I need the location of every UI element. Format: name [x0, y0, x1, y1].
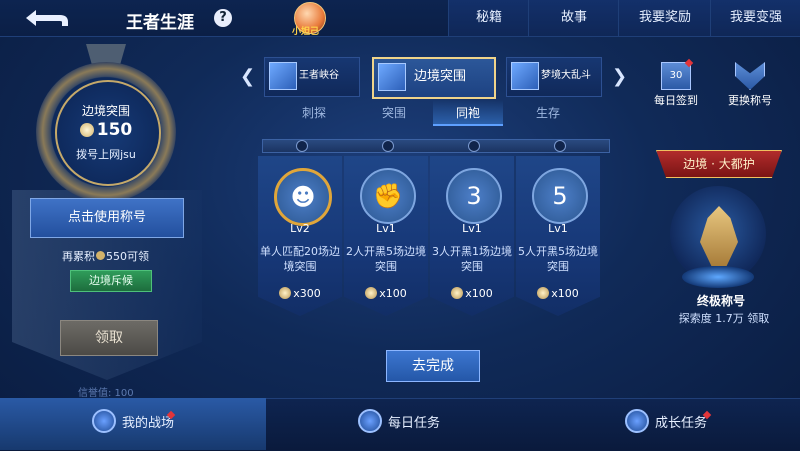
laurel-icon: [537, 287, 550, 299]
prev-arrow-icon[interactable]: ❮: [240, 66, 255, 87]
scout-badge: 边境斥候: [70, 270, 152, 292]
tab-label: 梦境大乱斗: [541, 70, 591, 81]
back-icon[interactable]: [22, 6, 72, 30]
accumulate-amount: 550可领: [106, 250, 149, 263]
card-description: 5人开黑5场边境突围: [518, 245, 598, 273]
tab-label: 成长任务: [654, 416, 707, 431]
next-arrow-icon[interactable]: ❯: [612, 66, 627, 87]
help-button[interactable]: ?: [214, 9, 232, 27]
accumulate-text: 再累积 550可领: [62, 248, 149, 264]
change-title-label: 更换称号: [728, 94, 772, 107]
task-card[interactable]: ☻ Lv2 单人匹配20场边境突围 x300: [258, 156, 342, 316]
battlefield-icon: [91, 409, 116, 433]
rail-pin: [468, 140, 480, 152]
rail-pin: [554, 140, 566, 152]
tips-button[interactable]: 秘籍: [448, 0, 529, 36]
reward-value: x300: [293, 287, 321, 300]
tab-label: 王者峡谷: [299, 70, 339, 81]
tab-border-breakout[interactable]: 边境突围: [372, 57, 496, 99]
laurel-icon: [279, 287, 292, 299]
accumulate-prefix: 再累积: [62, 250, 95, 263]
rail-pin: [382, 140, 394, 152]
tab-kings-canyon[interactable]: 王者峡谷: [264, 57, 360, 97]
get-stronger-button[interactable]: 我要变强: [710, 0, 800, 36]
tab-my-battlefield[interactable]: 我的战场: [0, 398, 266, 450]
card-level: Lv1: [376, 222, 396, 235]
card-description: 2人开黑5场边境突围: [346, 245, 426, 273]
task-card[interactable]: ✊ Lv1 2人开黑5场边境突围 x100: [344, 156, 428, 316]
chevron-wings-icon: [735, 62, 765, 90]
exploration-progress: 探索度 1.7万 领取: [678, 312, 770, 325]
fist-3-icon: 3: [446, 168, 502, 224]
tab-label: 边境突围: [414, 69, 467, 84]
sub-tab-scout[interactable]: 刺探: [284, 104, 344, 121]
card-level: Lv1: [548, 222, 568, 235]
badge-mode-name: 边境突围: [81, 104, 130, 118]
rank-title-banner: 边境 · 大都护: [656, 150, 782, 178]
card-reward: x300: [258, 287, 342, 300]
growth-task-icon: [624, 409, 649, 433]
card-level: Lv1: [462, 222, 482, 235]
task-card[interactable]: 3 Lv1 3人开黑1场边境突围 x100: [430, 156, 514, 316]
crossed-swords-icon: [378, 63, 406, 91]
story-button[interactable]: 故事: [528, 0, 619, 36]
claim-button[interactable]: 领取: [60, 320, 158, 356]
calendar-icon: 30: [661, 62, 691, 90]
daily-task-icon: [357, 409, 382, 433]
rail-pin: [296, 140, 308, 152]
card-level: Lv2: [290, 222, 310, 235]
card-reward: x100: [516, 287, 600, 300]
sword-icon: [269, 62, 297, 90]
sub-tab-breakout[interactable]: 突围: [364, 104, 424, 121]
sword-icon: [511, 62, 539, 90]
badge-points: 150: [56, 120, 156, 140]
laurel-icon: [451, 287, 464, 299]
sub-tab-comrade[interactable]: 同袍: [438, 104, 498, 121]
laurel-icon: [79, 123, 94, 137]
hero-pedestal: [682, 266, 754, 288]
reward-value: x100: [379, 287, 407, 300]
credit-score: 信誉值: 100: [78, 388, 134, 399]
card-reward: x100: [430, 287, 514, 300]
tab-growth-tasks[interactable]: 成长任务: [532, 398, 800, 450]
rewards-button[interactable]: 我要奖励: [618, 0, 711, 36]
points-value: 150: [96, 120, 133, 140]
daily-checkin-button[interactable]: 30 每日签到: [645, 62, 707, 108]
laurel-icon: [365, 287, 378, 299]
tab-dream-brawl[interactable]: 梦境大乱斗: [506, 57, 602, 97]
fist-5-icon: 5: [532, 168, 588, 224]
tab-label: 每日任务: [387, 416, 440, 431]
page-title: 王者生涯: [126, 13, 194, 33]
reward-value: x100: [551, 287, 579, 300]
hooded-icon: ☻: [274, 168, 332, 226]
handshake-icon: ✊: [360, 168, 416, 224]
use-title-button[interactable]: 点击使用称号: [30, 198, 184, 238]
card-reward: x100: [344, 287, 428, 300]
player-name: 拨号上网jsu: [76, 148, 136, 161]
change-title-button[interactable]: 更换称号: [719, 62, 781, 108]
avatar-name: 小妲己: [292, 27, 320, 37]
daily-checkin-label: 每日签到: [654, 94, 698, 107]
card-description: 3人开黑1场边境突围: [432, 245, 512, 273]
ultimate-title-label: 终极称号: [696, 294, 745, 308]
task-card[interactable]: 5 Lv1 5人开黑5场边境突围 x100: [516, 156, 600, 316]
complete-button[interactable]: 去完成: [386, 350, 480, 382]
tab-daily-tasks[interactable]: 每日任务: [266, 398, 532, 450]
tab-label: 我的战场: [121, 416, 174, 431]
sub-tab-survival[interactable]: 生存: [518, 104, 578, 121]
laurel-icon: [96, 251, 105, 260]
card-description: 单人匹配20场边境突围: [260, 245, 340, 273]
reward-value: x100: [465, 287, 493, 300]
